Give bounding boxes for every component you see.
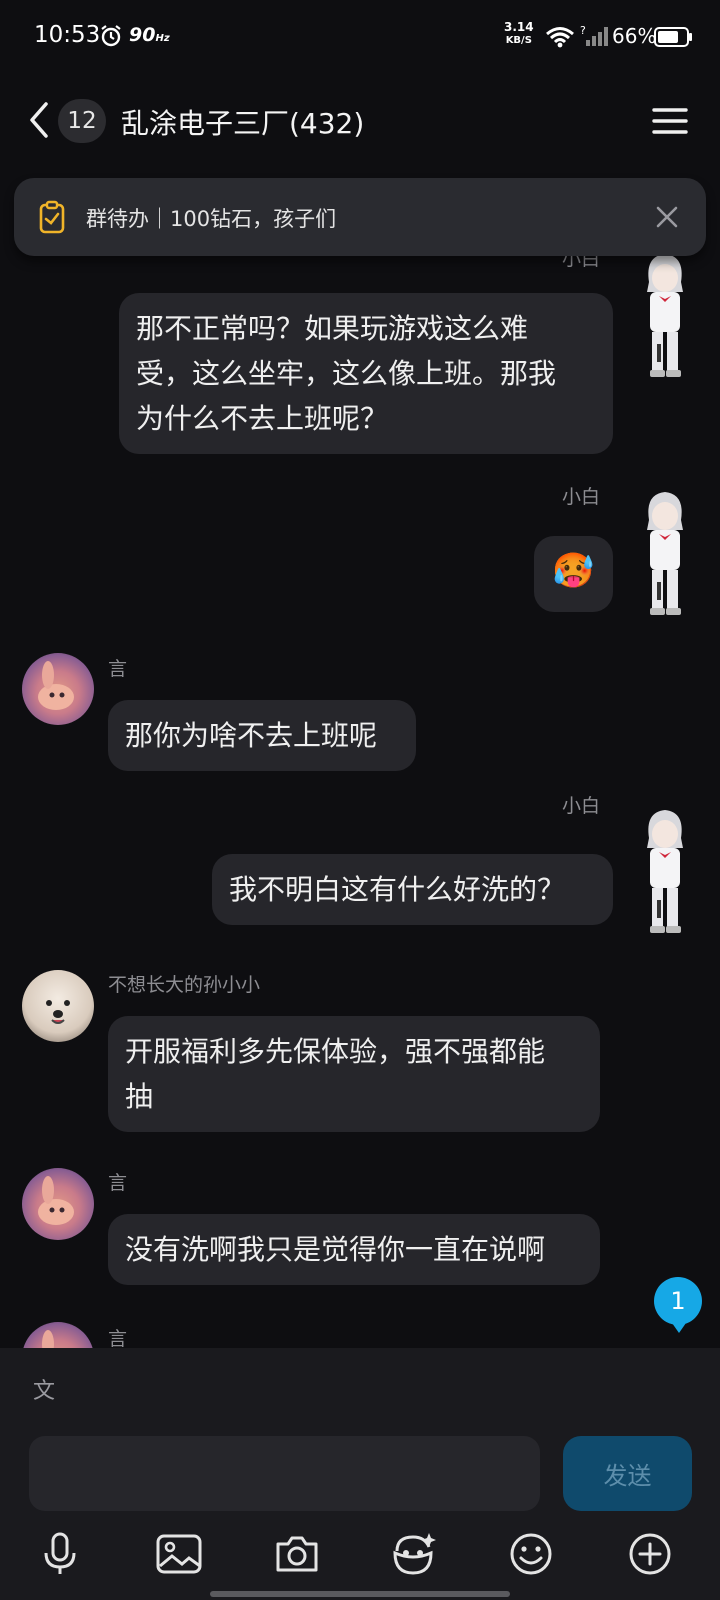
message-list[interactable]: 小白 那不正常吗？如果玩游戏这么难 受，这么坐牢，这么像上班。那我 为什么不去上… [0, 250, 720, 1348]
alarm-icon [99, 24, 123, 52]
camera-icon[interactable] [272, 1529, 322, 1579]
avatar[interactable] [22, 1168, 94, 1240]
message-bubble[interactable]: 没有洗啊我只是觉得你一直在说啊 [108, 1214, 600, 1285]
avatar[interactable] [22, 653, 94, 725]
home-indicator[interactable] [210, 1591, 510, 1597]
back-icon[interactable] [24, 98, 54, 142]
chat-title: 乱涂电子三厂(432) [121, 107, 365, 140]
plus-icon[interactable] [625, 1529, 675, 1579]
avatar[interactable] [635, 808, 695, 936]
sender-name: 言 [108, 1328, 128, 1348]
wifi-icon [545, 26, 575, 52]
message-composer: 文 发送 [0, 1348, 720, 1600]
sender-name: 言 [108, 1172, 128, 1194]
chat-header: 12 乱涂电子三厂(432) [0, 76, 720, 168]
signal-icon: ? [580, 24, 610, 52]
sender-name: 小白 [562, 486, 601, 508]
mic-icon[interactable] [35, 1529, 85, 1579]
message-bubble[interactable]: 那不正常吗？如果玩游戏这么难 受，这么坐牢，这么像上班。那我 为什么不去上班呢？ [119, 293, 613, 454]
close-icon[interactable] [654, 204, 680, 234]
message-bubble[interactable]: 开服福利多先保体验，强不强都能 抽 [108, 1016, 600, 1132]
menu-icon[interactable] [650, 101, 690, 141]
sticker-icon[interactable] [389, 1529, 439, 1579]
unread-count-badge[interactable]: 12 [58, 99, 106, 143]
status-time: 10:53 [34, 22, 101, 48]
message-bubble[interactable]: 我不明白这有什么好洗的？ [212, 854, 613, 925]
message-bubble[interactable]: 那你为啥不去上班呢 [108, 700, 416, 771]
todo-text: 群待办｜100钻石，孩子们 [86, 207, 337, 231]
todo-icon [39, 200, 65, 238]
avatar[interactable] [22, 970, 94, 1042]
send-button[interactable]: 发送 [563, 1436, 692, 1511]
message-bubble[interactable]: 🥵 [534, 536, 613, 612]
sender-name: 言 [108, 658, 128, 680]
translate-icon[interactable]: 文 [31, 1376, 59, 1408]
refresh-rate: 90Hz [129, 24, 170, 46]
message-input[interactable] [29, 1436, 540, 1511]
avatar[interactable] [635, 490, 695, 618]
battery-icon [654, 27, 694, 51]
battery-percent: 66% [612, 24, 657, 48]
avatar[interactable] [22, 1322, 94, 1348]
network-speed: 3.14 KB/S [504, 20, 534, 47]
status-bar: 10:53 90Hz 3.14 KB/S ? 66% [0, 0, 720, 76]
sender-name: 小白 [562, 795, 601, 817]
sender-name: 不想长大的孙小小 [108, 974, 261, 996]
translate-glyph: 文 [33, 1379, 55, 1404]
group-todo-banner[interactable]: 群待办｜100钻石，孩子们 [14, 178, 706, 256]
image-icon[interactable] [154, 1529, 204, 1579]
signal-unknown-mark: ? [580, 24, 586, 37]
emoji-icon[interactable] [506, 1529, 556, 1579]
new-message-badge[interactable]: 1 [654, 1277, 702, 1333]
avatar[interactable] [635, 252, 695, 380]
